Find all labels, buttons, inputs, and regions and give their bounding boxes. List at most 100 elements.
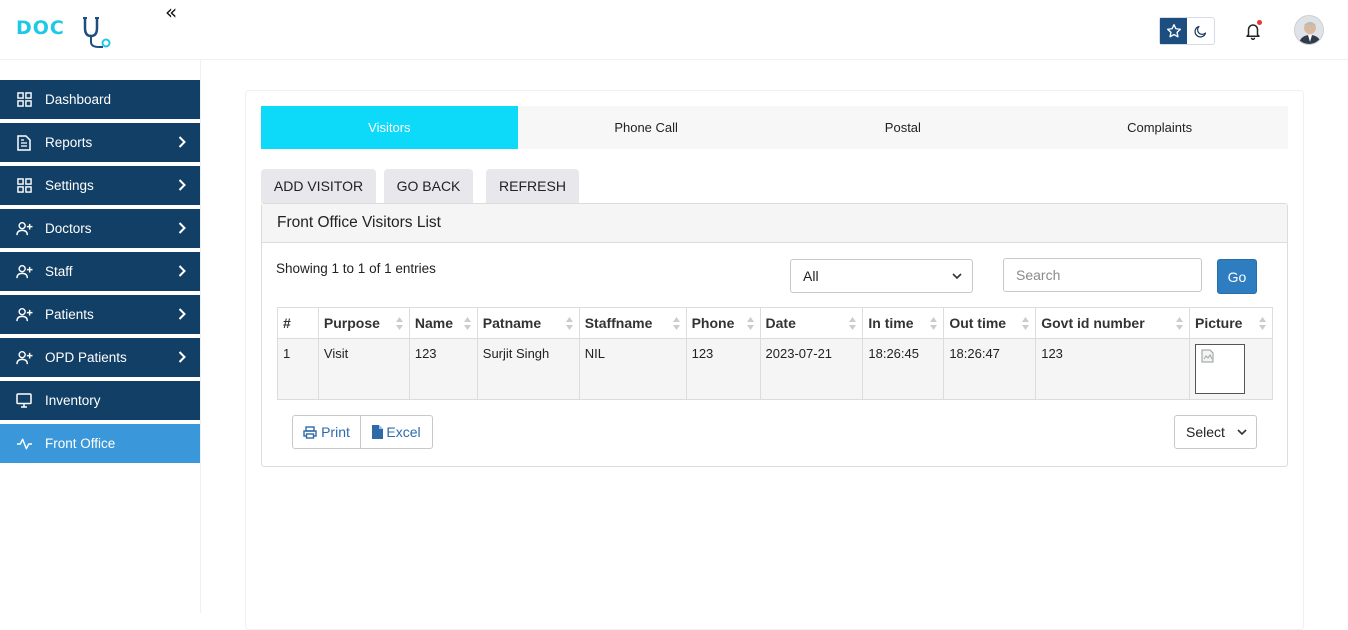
chevron-right-icon <box>178 308 186 320</box>
top-header: DOC « <box>0 0 1348 60</box>
visitors-table: # Purpose Name Patname Staffname Phone D… <box>277 307 1274 400</box>
user-plus-icon <box>15 349 33 367</box>
cell-picture <box>1188 338 1274 400</box>
sidebar-item-front-office[interactable]: Front Office <box>0 424 200 463</box>
sidebar-item-inventory[interactable]: Inventory <box>0 381 200 420</box>
pulse-icon <box>15 435 33 453</box>
visitors-panel: Front Office Visitors List Showing 1 to … <box>261 203 1288 467</box>
file-icon <box>372 425 384 439</box>
user-plus-icon <box>15 263 33 281</box>
cell-phone: 123 <box>685 338 761 400</box>
column-header-label: Name <box>414 315 453 331</box>
column-header-name[interactable]: Name <box>408 307 478 339</box>
sidebar-item-reports[interactable]: Reports <box>0 123 200 162</box>
table-header-row: # Purpose Name Patname Staffname Phone D… <box>277 307 1274 339</box>
tab-postal[interactable]: Postal <box>775 106 1032 149</box>
search-input[interactable] <box>1003 258 1202 292</box>
panel-title: Front Office Visitors List <box>262 204 1287 243</box>
profile-photo <box>1295 16 1323 44</box>
column-header-label: Purpose <box>323 315 380 331</box>
column-header-patname[interactable]: Patname <box>476 307 580 339</box>
filter-select-value: All <box>803 268 819 284</box>
filter-select[interactable]: All <box>790 259 973 293</box>
sort-icon <box>849 317 857 330</box>
tab-phone-call[interactable]: Phone Call <box>518 106 775 149</box>
tab-complaints[interactable]: Complaints <box>1031 106 1288 149</box>
column-header-picture[interactable]: Picture <box>1188 307 1274 339</box>
column-header-govt-id[interactable]: Govt id number <box>1035 307 1190 339</box>
sort-icon <box>930 317 938 330</box>
column-header-staffname[interactable]: Staffname <box>578 307 687 339</box>
monitor-icon <box>15 392 33 410</box>
refresh-button[interactable]: REFRESH <box>486 169 579 203</box>
user-plus-icon <box>15 306 33 324</box>
cell-date: 2023-07-21 <box>759 338 864 400</box>
excel-label: Excel <box>386 424 421 440</box>
cell-in-time: 18:26:45 <box>862 338 945 400</box>
print-button[interactable]: Print <box>292 415 361 449</box>
printer-icon <box>303 425 317 439</box>
chevron-right-icon <box>178 351 186 363</box>
column-header-in-time[interactable]: In time <box>862 307 945 339</box>
go-button[interactable]: Go <box>1217 259 1257 294</box>
sidebar-item-doctors[interactable]: Doctors <box>0 209 200 248</box>
app-logo[interactable]: DOC <box>16 16 113 50</box>
chevron-down-icon <box>1237 429 1247 436</box>
column-header-label: In time <box>868 315 914 331</box>
chevron-right-icon <box>178 136 186 148</box>
document-icon <box>15 134 33 152</box>
sidebar-item-patients[interactable]: Patients <box>0 295 200 334</box>
sort-icon <box>565 317 573 330</box>
sidebar-item-label: Staff <box>45 264 73 279</box>
column-header-date[interactable]: Date <box>759 307 864 339</box>
go-back-button[interactable]: GO BACK <box>384 169 473 203</box>
sidebar-item-opd-patients[interactable]: OPD Patients <box>0 338 200 377</box>
visitor-picture[interactable] <box>1194 344 1245 394</box>
excel-button[interactable]: Excel <box>360 415 433 449</box>
broken-image-icon <box>1201 349 1214 363</box>
grid-icon <box>15 177 33 195</box>
sidebar-item-dashboard[interactable]: Dashboard <box>0 80 200 119</box>
add-visitor-button[interactable]: ADD VISITOR <box>261 169 376 203</box>
sidebar-item-label: Settings <box>45 178 94 193</box>
sidebar-item-label: OPD Patients <box>45 350 127 365</box>
dark-theme-option[interactable] <box>1187 18 1214 44</box>
tab-visitors[interactable]: Visitors <box>261 106 518 149</box>
sidebar-item-label: Patients <box>45 307 94 322</box>
sidebar: Dashboard Reports Settings Doctors Staff… <box>0 60 201 613</box>
avatar[interactable] <box>1294 15 1324 45</box>
sort-icon <box>1022 317 1030 330</box>
column-header-label: Phone <box>691 315 735 331</box>
column-header-number[interactable]: # <box>277 307 319 339</box>
sort-icon <box>746 317 754 330</box>
chevron-down-icon <box>952 273 962 280</box>
cell-purpose: Visit <box>317 338 410 400</box>
column-header-label: Govt id number <box>1041 315 1145 331</box>
sidebar-collapse-button[interactable]: « <box>165 2 177 22</box>
page-length-select[interactable]: Select <box>1174 415 1257 449</box>
moon-icon <box>1194 25 1207 38</box>
theme-toggle[interactable] <box>1159 17 1215 45</box>
column-header-phone[interactable]: Phone <box>685 307 761 339</box>
table-row: 1 Visit 123 Surjit Singh NIL 123 2023-07… <box>277 338 1274 400</box>
column-header-label: Picture <box>1194 315 1243 331</box>
sidebar-item-settings[interactable]: Settings <box>0 166 200 205</box>
sort-icon <box>463 317 471 330</box>
sidebar-item-label: Reports <box>45 135 93 150</box>
sidebar-item-staff[interactable]: Staff <box>0 252 200 291</box>
notifications-button[interactable] <box>1244 20 1262 41</box>
grid-icon <box>15 91 33 109</box>
cell-name: 123 <box>408 338 478 400</box>
cell-staffname: NIL <box>578 338 687 400</box>
chevron-right-icon <box>178 265 186 277</box>
column-header-out-time[interactable]: Out time <box>943 307 1037 339</box>
column-header-label: Staffname <box>584 315 653 331</box>
cell-out-time: 18:26:47 <box>943 338 1037 400</box>
print-label: Print <box>321 424 350 440</box>
sidebar-item-label: Dashboard <box>45 92 112 107</box>
light-theme-option[interactable] <box>1160 18 1187 44</box>
chevron-right-icon <box>178 179 186 191</box>
cell-govt-id: 123 <box>1035 338 1190 400</box>
column-header-purpose[interactable]: Purpose <box>317 307 410 339</box>
notification-dot <box>1257 20 1262 25</box>
